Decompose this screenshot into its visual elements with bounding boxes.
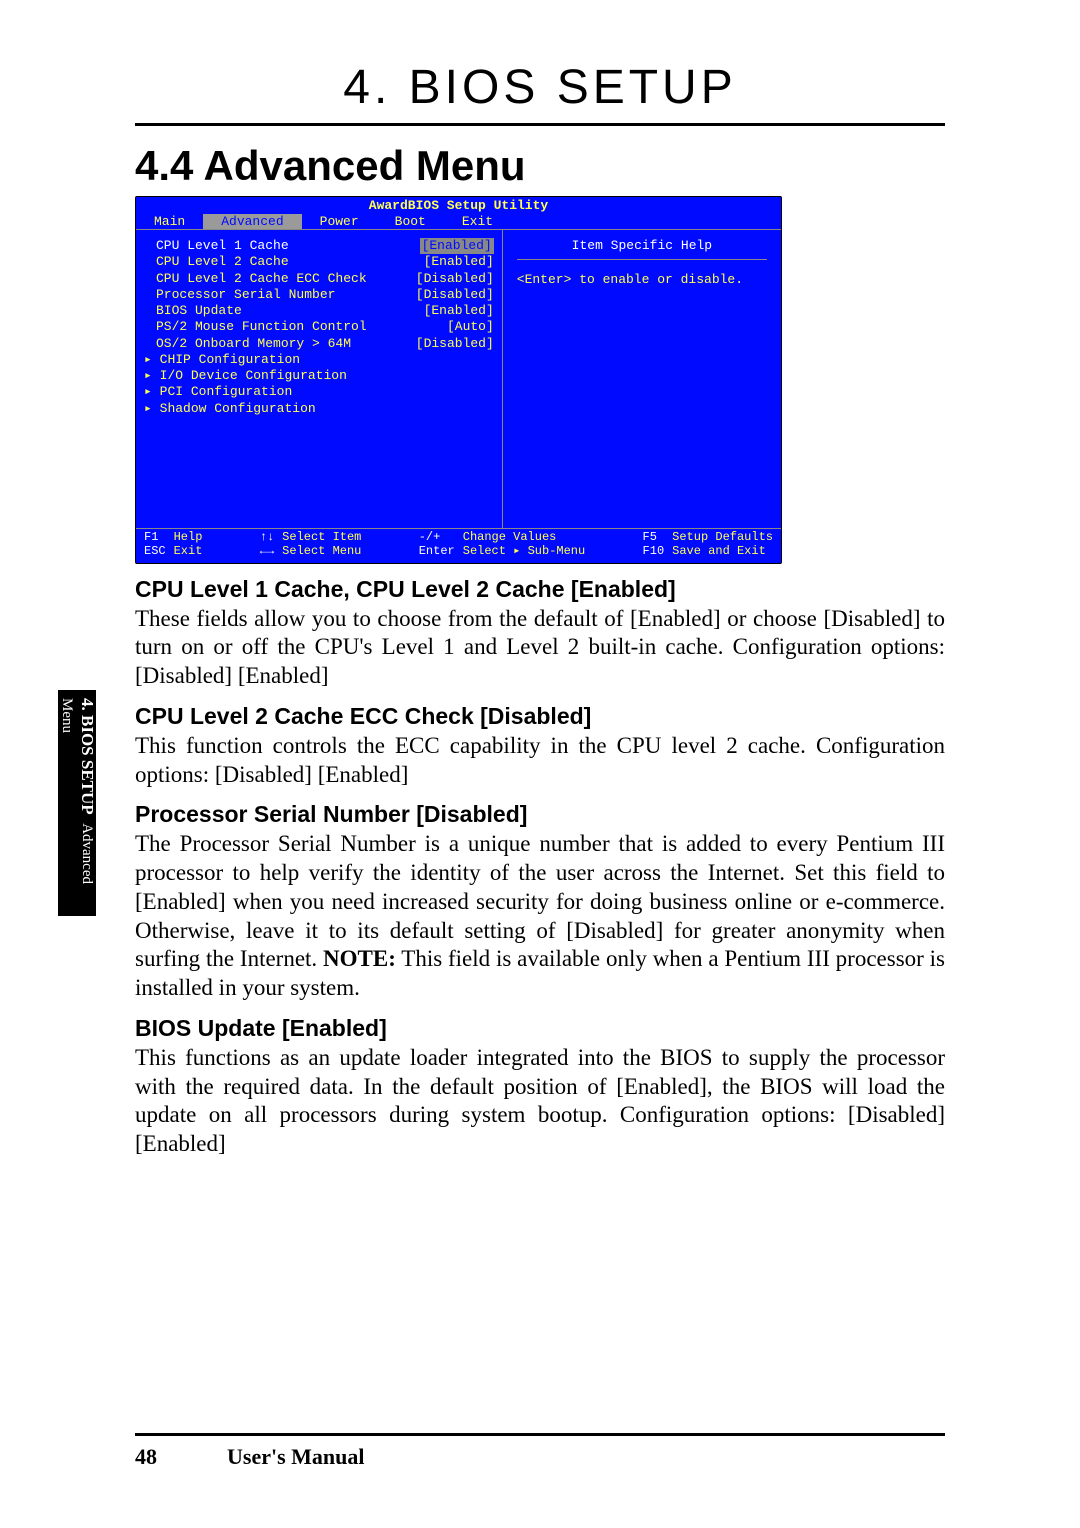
bios-menu-boot[interactable]: Boot	[377, 214, 444, 229]
body-bios-update: This functions as an update loader integ…	[135, 1044, 945, 1159]
bios-help-text: <Enter> to enable or disable.	[517, 272, 767, 287]
page: 4. BIOS SETUP Advanced Menu 4. BIOS SETU…	[0, 0, 1080, 1528]
bios-item-proc-serial[interactable]: Processor Serial Number[Disabled]	[156, 287, 494, 303]
bios-menu-advanced[interactable]: Advanced	[203, 214, 301, 229]
heading-bios-update: BIOS Update [Enabled]	[135, 1015, 945, 1042]
footer-rule	[135, 1433, 945, 1436]
bios-menu-exit[interactable]: Exit	[444, 214, 511, 229]
body-ecc: This function controls the ECC capabilit…	[135, 732, 945, 790]
key-updown: ↑↓	[260, 531, 274, 545]
heading-cpu-cache: CPU Level 1 Cache, CPU Level 2 Cache [En…	[135, 576, 945, 603]
top-rule	[135, 123, 945, 126]
bios-screenshot: AwardBIOS Setup Utility Main Advanced Po…	[135, 196, 782, 564]
key-enter: Enter	[419, 545, 455, 559]
bios-item-os2-memory[interactable]: OS/2 Onboard Memory > 64M[Disabled]	[156, 336, 494, 352]
key-plusminus: -/+	[419, 531, 455, 545]
page-title: 4. BIOS SETUP	[135, 60, 945, 115]
footer-label: User's Manual	[227, 1444, 365, 1470]
bios-menu-power[interactable]: Power	[302, 214, 377, 229]
page-footer: 48 User's Manual	[135, 1433, 945, 1470]
bios-item-shadow-config[interactable]: Shadow Configuration	[156, 401, 494, 417]
label-help: Help	[174, 531, 203, 545]
bios-item-ps2-mouse[interactable]: PS/2 Mouse Function Control[Auto]	[156, 319, 494, 335]
key-f5: F5	[643, 531, 665, 545]
bios-body: CPU Level 1 Cache[Enabled] CPU Level 2 C…	[136, 229, 781, 528]
key-f10: F10	[643, 545, 665, 559]
label-select-item: Select Item	[282, 531, 361, 545]
side-tab: 4. BIOS SETUP Advanced Menu	[58, 690, 96, 916]
key-esc: ESC	[144, 545, 166, 559]
bios-help-title: Item Specific Help	[517, 238, 767, 260]
label-save-exit: Save and Exit	[672, 545, 773, 559]
side-tab-title: 4. BIOS SETUP	[78, 698, 97, 815]
body-psn: The Processor Serial Number is a unique …	[135, 830, 945, 1003]
bios-item-io-config[interactable]: I/O Device Configuration	[156, 368, 494, 384]
bios-item-bios-update[interactable]: BIOS Update[Enabled]	[156, 303, 494, 319]
page-number: 48	[135, 1444, 157, 1470]
key-f1: F1	[144, 531, 166, 545]
bios-item-cpu-l2-ecc[interactable]: CPU Level 2 Cache ECC Check[Disabled]	[156, 271, 494, 287]
bios-item-chip-config[interactable]: CHIP Configuration	[156, 352, 494, 368]
heading-ecc: CPU Level 2 Cache ECC Check [Disabled]	[135, 703, 945, 730]
heading-psn: Processor Serial Number [Disabled]	[135, 801, 945, 828]
bios-items-pane: CPU Level 1 Cache[Enabled] CPU Level 2 C…	[136, 230, 503, 528]
key-leftright: ←→	[260, 545, 274, 559]
content-area: 4. BIOS SETUP 4.4 Advanced Menu AwardBIO…	[135, 60, 945, 1418]
label-setup-defaults: Setup Defaults	[672, 531, 773, 545]
bios-item-pci-config[interactable]: PCI Configuration	[156, 384, 494, 400]
bios-menu-main[interactable]: Main	[136, 214, 203, 229]
label-exit: Exit	[174, 545, 203, 559]
bios-item-cpu-l1-cache[interactable]: CPU Level 1 Cache[Enabled]	[156, 238, 494, 254]
bios-header: AwardBIOS Setup Utility	[136, 197, 781, 214]
label-select-menu: Select Menu	[282, 545, 361, 559]
label-change-values: Change Values	[463, 531, 585, 545]
bios-item-cpu-l2-cache[interactable]: CPU Level 2 Cache[Enabled]	[156, 254, 494, 270]
bios-menu-bar: Main Advanced Power Boot Exit	[136, 214, 781, 229]
label-select-sub: Select ▸ Sub-Menu	[463, 545, 585, 559]
bios-footer: F1ESC HelpExit ↑↓←→ Select ItemSelect Me…	[136, 528, 781, 563]
bios-help-pane: Item Specific Help <Enter> to enable or …	[503, 230, 781, 528]
section-title: 4.4 Advanced Menu	[135, 142, 945, 190]
body-cpu-cache: These fields allow you to choose from th…	[135, 605, 945, 691]
